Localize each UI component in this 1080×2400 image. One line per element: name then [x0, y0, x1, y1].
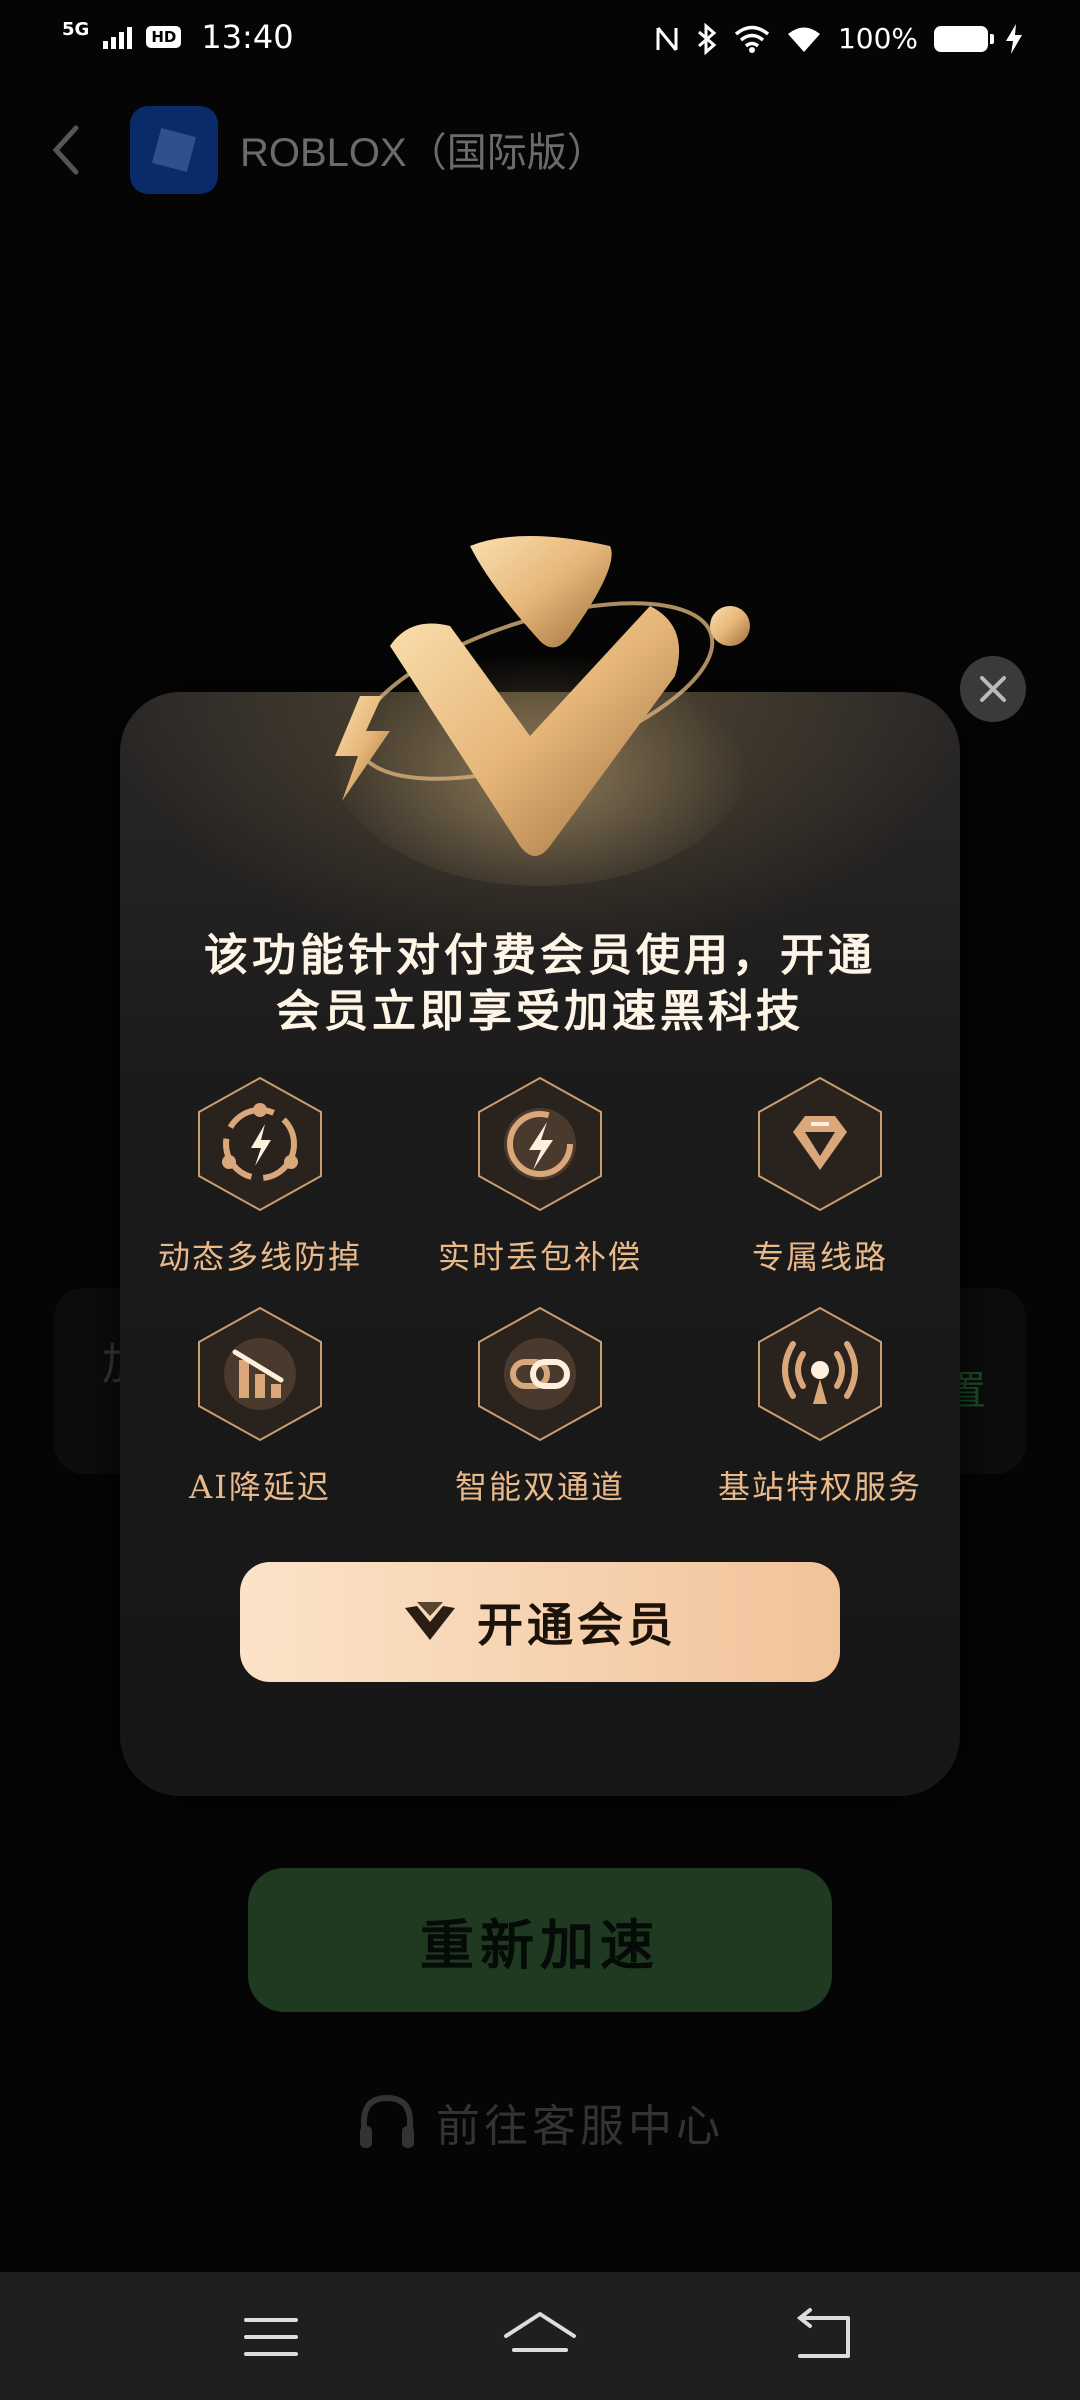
dual-channel-icon [478, 1306, 602, 1442]
back-arrow-icon[interactable] [46, 120, 86, 180]
broadcast-icon [758, 1306, 882, 1442]
feature-label: 动态多线防掉 [157, 1238, 362, 1276]
page-title: ROBLOX（国际版） [240, 131, 607, 175]
vip-chevron-icon [405, 1602, 455, 1640]
feature-item: 智能双通道 [400, 1304, 680, 1508]
diamond-icon [758, 1076, 882, 1212]
home-icon[interactable] [500, 2302, 580, 2372]
feature-label: AI降延迟 [189, 1468, 331, 1506]
roblox-logo [130, 106, 218, 194]
modal-title-line2: 会员立即享受加速黑科技 [276, 986, 804, 1037]
vip-emblem-icon [330, 536, 750, 886]
menu-icon[interactable] [236, 2302, 306, 2372]
retry-acceleration-button[interactable]: 重新加速 [248, 1868, 832, 2012]
support-center-label: 前往客服中心 [436, 2101, 724, 2152]
close-button[interactable] [960, 656, 1026, 722]
feature-label: 智能双通道 [454, 1468, 625, 1506]
modal-title-line1: 该功能针对付费会员使用，开通 [204, 930, 876, 981]
feature-label: 基站特权服务 [717, 1468, 922, 1506]
refresh-bolt-icon [198, 1076, 322, 1212]
navigation-bar [0, 2272, 1080, 2400]
feature-item: 专属线路 [680, 1074, 960, 1278]
feature-item: 实时丢包补偿 [400, 1074, 680, 1278]
activate-membership-label: 开通会员 [477, 1598, 677, 1652]
modal-title: 该功能针对付费会员使用，开通 会员立即享受加速黑科技 [120, 928, 960, 1040]
feature-label: 实时丢包补偿 [437, 1238, 642, 1276]
feature-label: 专属线路 [751, 1238, 888, 1276]
close-icon [980, 676, 1006, 702]
activate-membership-button[interactable]: 开通会员 [240, 1562, 840, 1682]
feature-item: AI降延迟 [120, 1304, 400, 1508]
bar-chart-down-icon [198, 1306, 322, 1442]
support-center-link[interactable]: 前往客服中心 [356, 2090, 724, 2154]
feature-item: 基站特权服务 [680, 1304, 960, 1508]
headset-icon [360, 2094, 414, 2148]
back-nav-icon[interactable] [790, 2302, 860, 2372]
bolt-cycle-icon [478, 1076, 602, 1212]
feature-item: 动态多线防掉 [120, 1074, 400, 1278]
